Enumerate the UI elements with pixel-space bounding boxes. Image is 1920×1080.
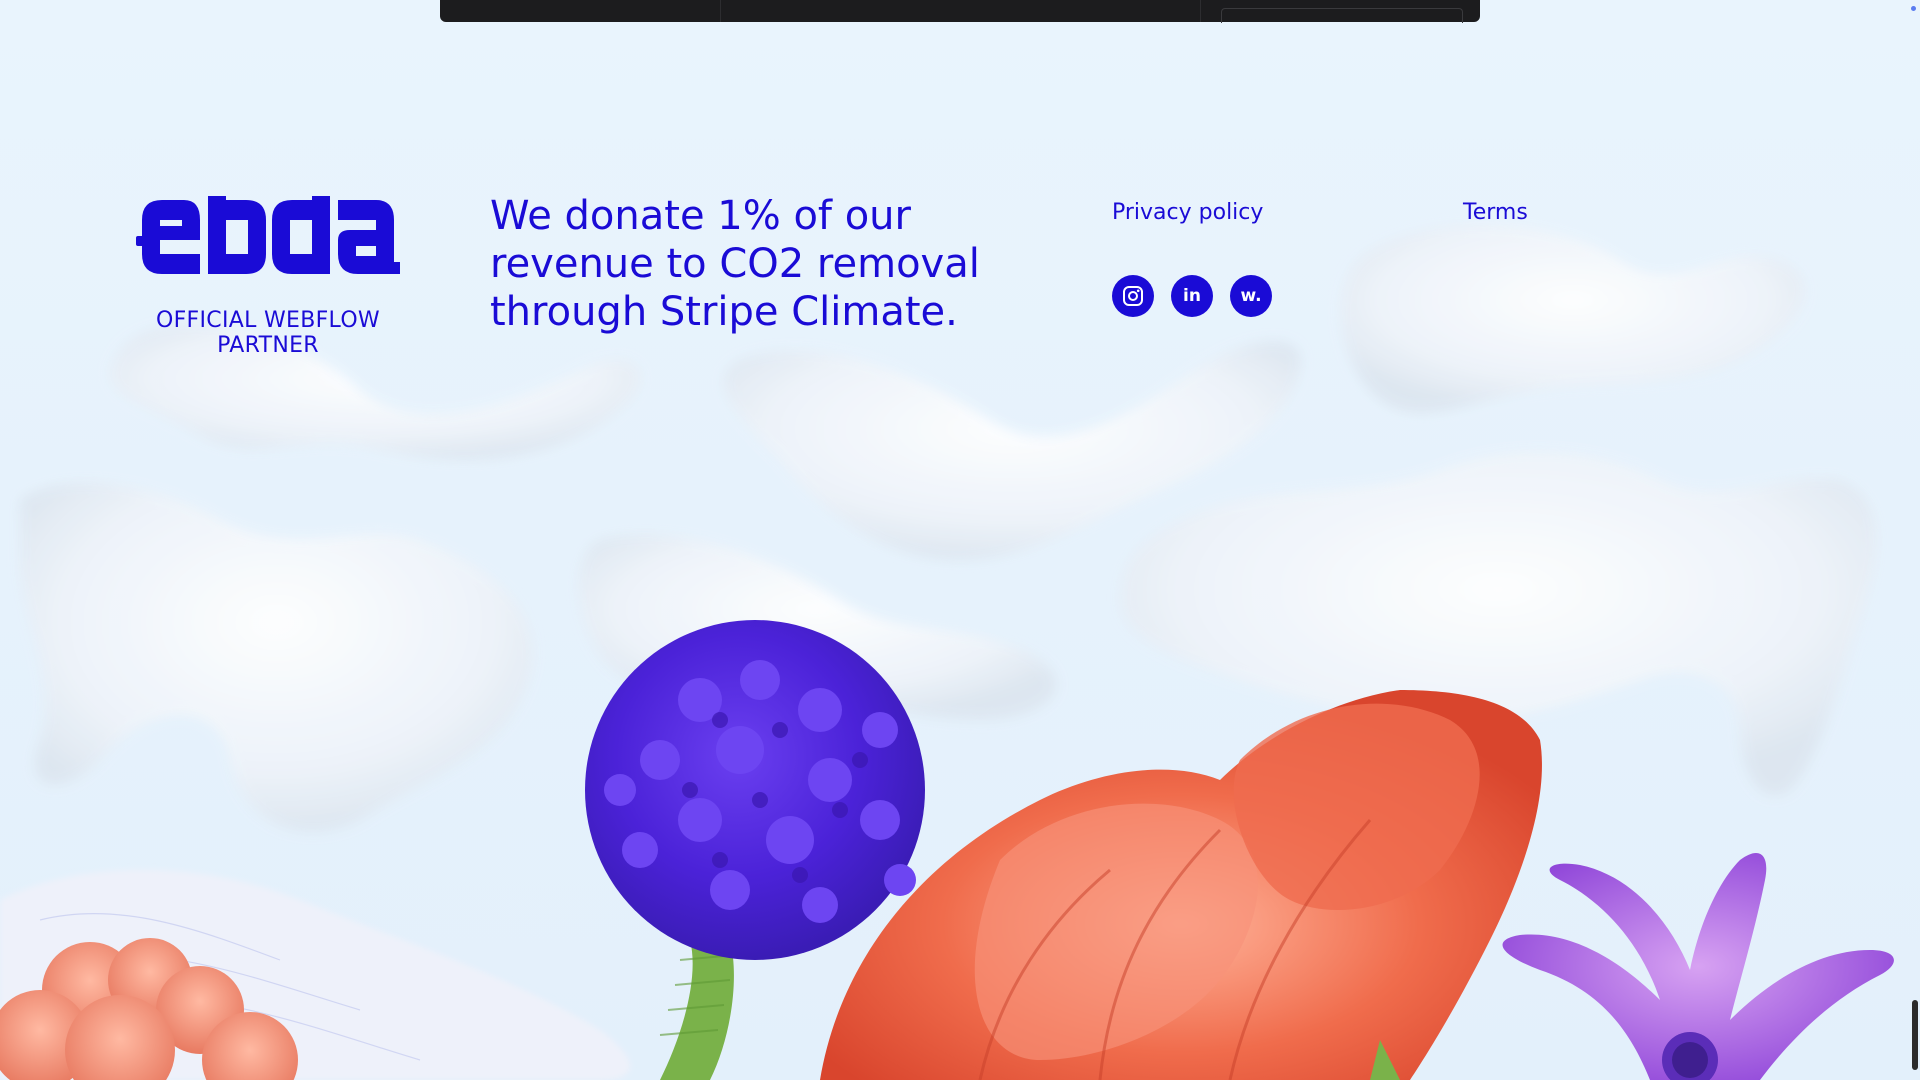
- scrollbar-thumb[interactable]: [1912, 1000, 1918, 1070]
- social-links: in w.: [1112, 275, 1272, 317]
- instagram-glyph: [1123, 286, 1143, 306]
- linkedin-icon[interactable]: in: [1171, 275, 1213, 317]
- linkedin-glyph: in: [1183, 286, 1201, 306]
- ebda-logo[interactable]: [136, 196, 400, 278]
- donation-statement: We donate 1% of our revenue to CO2 remov…: [490, 193, 980, 335]
- webflow-partner-label: OFFICIAL WEBFLOW PARTNER: [155, 308, 380, 358]
- instagram-icon[interactable]: [1112, 275, 1154, 317]
- webflow-icon[interactable]: w.: [1230, 275, 1272, 317]
- terms-link[interactable]: Terms: [1463, 200, 1528, 225]
- decorative-artwork: [0, 224, 1894, 1080]
- webflow-glyph: w.: [1240, 286, 1262, 306]
- privacy-policy-link[interactable]: Privacy policy: [1112, 200, 1263, 225]
